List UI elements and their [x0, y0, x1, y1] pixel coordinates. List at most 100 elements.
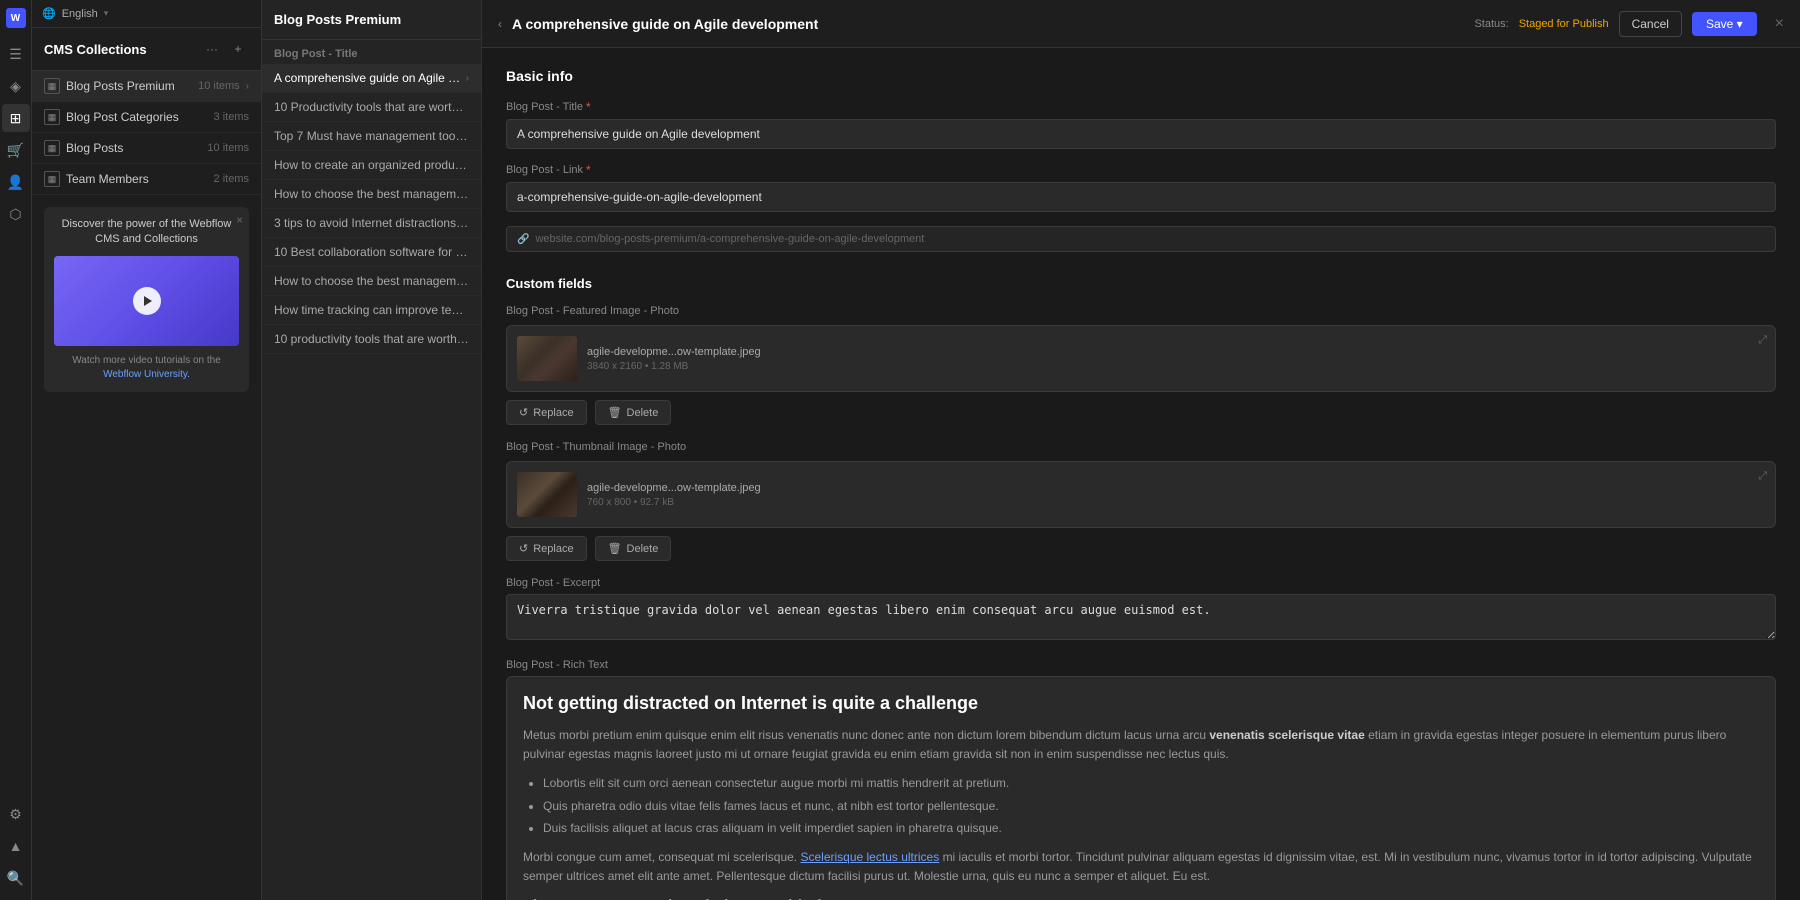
settings-icon[interactable]: ⚙ — [2, 800, 30, 828]
apps-icon[interactable]: ⬡ — [2, 200, 30, 228]
rich-paragraph-1: Metus morbi pretium enim quisque enim el… — [523, 726, 1759, 764]
post-item-title: A comprehensive guide on Agile deve... — [274, 71, 466, 85]
status-area: Status: Staged for Publish Cancel Save ▾… — [1474, 11, 1784, 37]
sidebar-add-button[interactable]: + — [227, 38, 249, 60]
collection-item-team-members[interactable]: ▦ Team Members 2 items — [32, 164, 261, 195]
excerpt-input[interactable] — [506, 594, 1776, 640]
featured-replace-button[interactable]: ↺ Replace — [506, 400, 587, 425]
post-item-6[interactable]: 10 Best collaboration software for you..… — [262, 238, 481, 267]
promo-video[interactable] — [54, 256, 239, 346]
post-item-2[interactable]: Top 7 Must have management tools f... — [262, 122, 481, 151]
collection-item-blog-posts-premium[interactable]: ▦ Blog Posts Premium 10 items › — [32, 71, 261, 102]
replace-icon: ↺ — [519, 542, 528, 555]
url-preview-text: website.com/blog-posts-premium/a-compreh… — [535, 233, 924, 245]
rich-list: Lobortis elit sit cum orci aenean consec… — [523, 774, 1759, 838]
featured-delete-button[interactable]: 🗑 Delete — [595, 400, 672, 425]
collection-list: ▦ Blog Posts Premium 10 items › ▦ Blog P… — [32, 71, 261, 195]
rich-text-label: Blog Post - Rich Text — [506, 659, 1776, 671]
collection-name: Blog Posts Premium — [66, 79, 192, 93]
search-bottom-icon[interactable]: 🔍 — [2, 864, 30, 892]
save-button[interactable]: Save ▾ — [1692, 12, 1757, 36]
main-content: ‹ A comprehensive guide on Agile develop… — [482, 0, 1800, 900]
replace-icon: ↺ — [519, 406, 528, 419]
excerpt-label: Blog Post - Excerpt — [506, 577, 1776, 589]
post-item-0[interactable]: A comprehensive guide on Agile deve... › — [262, 64, 481, 93]
thumbnail-image-thumb — [517, 472, 577, 517]
thumbnail-image-info: agile-developme...ow-template.jpeg 760 x… — [587, 482, 1765, 508]
post-item-title: 10 productivity tools that are worth c..… — [274, 332, 469, 346]
sidebar-promo: × Discover the power of the Webflow CMS … — [44, 207, 249, 392]
post-item-9[interactable]: 10 productivity tools that are worth c..… — [262, 325, 481, 354]
rich-paragraph-2: Morbi congue cum amet, consequat mi scel… — [523, 848, 1759, 886]
thumbnail-image-card: agile-developme...ow-template.jpeg 760 x… — [506, 461, 1776, 528]
post-item-3[interactable]: How to create an organized productiv... — [262, 151, 481, 180]
thumbnail-image-label: Blog Post - Thumbnail Image - Photo — [506, 441, 1776, 453]
featured-image-name: agile-developme...ow-template.jpeg — [587, 346, 1765, 358]
promo-play-button[interactable] — [133, 287, 161, 315]
pages-icon[interactable]: ☰ — [2, 40, 30, 68]
ecom-icon[interactable]: 🛒 — [2, 136, 30, 164]
members-icon[interactable]: 👤 — [2, 168, 30, 196]
custom-fields-title: Custom fields — [506, 272, 1776, 291]
rich-list-item-1: Lobortis elit sit cum orci aenean consec… — [543, 774, 1759, 793]
main-body: Basic info Blog Post - Title * Blog Post… — [482, 48, 1800, 900]
thumbnail-delete-button[interactable]: 🗑 Delete — [595, 536, 672, 561]
sidebar: 🌐 English ▾ CMS Collections ··· + ▦ Blog… — [32, 0, 262, 900]
post-item-title: 10 Productivity tools that are worth c..… — [274, 100, 469, 114]
collection-count: 2 items — [214, 173, 249, 185]
page-title: A comprehensive guide on Agile developme… — [512, 16, 1474, 32]
middle-section-label: Blog Post - Title — [262, 40, 481, 64]
trash-icon: 🗑 — [608, 542, 622, 555]
required-indicator: * — [586, 100, 591, 114]
language-bar: 🌐 English ▾ — [32, 0, 261, 28]
thumbnail-image-meta: 760 x 800 • 92.7 kB — [587, 497, 1765, 508]
collection-item-blog-posts[interactable]: ▦ Blog Posts 10 items — [32, 133, 261, 164]
rich-text-area[interactable]: Not getting distracted on Internet is qu… — [506, 676, 1776, 900]
featured-image-meta: 3840 x 2160 • 1.28 MB — [587, 361, 1765, 372]
collection-icon: ▦ — [44, 140, 60, 156]
post-item-title: 10 Best collaboration software for you..… — [274, 245, 469, 259]
collection-item-categories[interactable]: ▦ Blog Post Categories 3 items — [32, 102, 261, 133]
post-item-title: 3 tips to avoid Internet distractions at… — [274, 216, 469, 230]
chevron-right-icon: › — [466, 73, 469, 84]
featured-image-preview — [517, 336, 577, 381]
status-label: Status: — [1474, 18, 1508, 30]
publish-icon[interactable]: ▲ — [2, 832, 30, 860]
cms-icon[interactable]: ⊞ — [2, 104, 30, 132]
post-item-1[interactable]: 10 Productivity tools that are worth c..… — [262, 93, 481, 122]
close-icon[interactable]: × — [1775, 15, 1784, 33]
link-input[interactable] — [506, 182, 1776, 212]
post-item-title: How to choose the best management... — [274, 187, 469, 201]
promo-title: Discover the power of the Webflow CMS an… — [54, 217, 239, 248]
collection-count: 3 items — [214, 111, 249, 123]
rich-heading-2: Not getting distracted on Internet is qu… — [523, 693, 1759, 714]
rich-p2-link[interactable]: Scelerisque lectus ultrices — [800, 850, 939, 864]
post-item-8[interactable]: How time tracking can improve team ... — [262, 296, 481, 325]
rich-p1-before: Metus morbi pretium enim quisque enim el… — [523, 728, 1206, 742]
post-item-7[interactable]: How to choose the best management... — [262, 267, 481, 296]
expand-icon[interactable]: ⤢ — [1758, 334, 1767, 347]
title-input[interactable] — [506, 119, 1776, 149]
featured-image-thumb — [517, 336, 577, 381]
url-preview: 🔗 website.com/blog-posts-premium/a-compr… — [506, 226, 1776, 252]
middle-panel: Blog Posts Premium Blog Post - Title A c… — [262, 0, 482, 900]
post-item-5[interactable]: 3 tips to avoid Internet distractions at… — [262, 209, 481, 238]
thumbnail-replace-button[interactable]: ↺ Replace — [506, 536, 587, 561]
collection-name: Blog Posts — [66, 141, 201, 155]
post-item-title: How to create an organized productiv... — [274, 158, 469, 172]
promo-close-button[interactable]: × — [236, 213, 243, 227]
post-item-4[interactable]: How to choose the best management... — [262, 180, 481, 209]
collection-icon: ▦ — [44, 78, 60, 94]
icon-bar: W ☰ ◈ ⊞ 🛒 👤 ⬡ ⚙ ▲ 🔍 — [0, 0, 32, 900]
collection-name: Team Members — [66, 172, 208, 186]
cancel-button[interactable]: Cancel — [1619, 11, 1682, 37]
rich-list-item-2: Quis pharetra odio duis vitae felis fame… — [543, 797, 1759, 816]
required-indicator: * — [586, 163, 591, 177]
status-badge: Staged for Publish — [1519, 18, 1609, 30]
assets-icon[interactable]: ◈ — [2, 72, 30, 100]
sidebar-more-button[interactable]: ··· — [201, 38, 223, 60]
promo-link[interactable]: Webflow University. — [103, 369, 190, 380]
back-button[interactable]: ‹ — [498, 17, 502, 31]
middle-header: Blog Posts Premium — [262, 0, 481, 40]
expand-icon[interactable]: ⤢ — [1758, 470, 1767, 483]
